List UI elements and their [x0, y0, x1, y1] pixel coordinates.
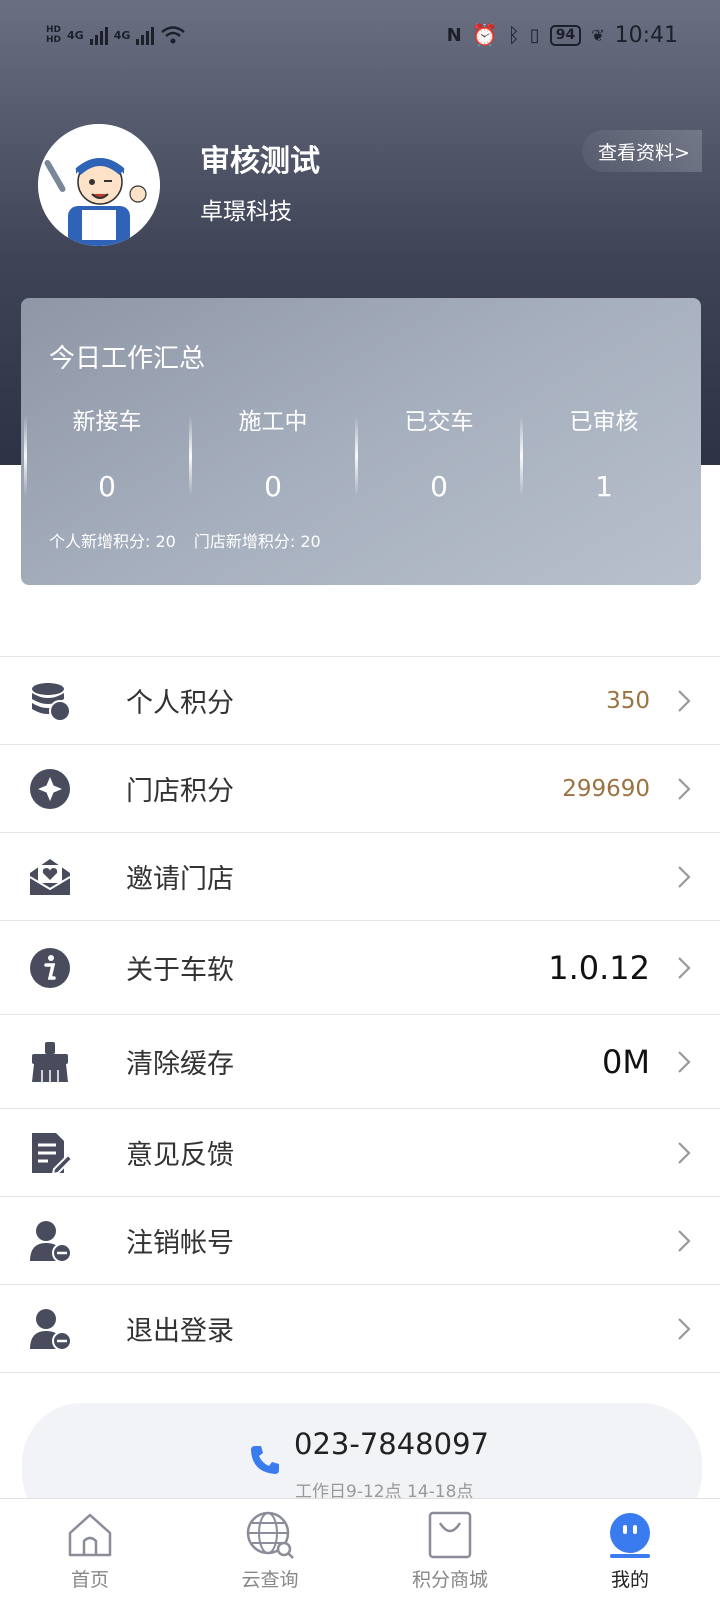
stat-value: 0 — [98, 470, 116, 503]
store-points-added: 门店新增积分: 20 — [193, 532, 321, 551]
settings-menu: 个人积分 350 门店积分 299690 邀请门店 关于车软 1.0.12 清除… — [0, 656, 720, 1373]
company-name: 卓璟科技 — [200, 199, 292, 225]
tab-cloud-query[interactable]: 云查询 — [180, 1499, 360, 1600]
summary-title: 今日工作汇总 — [49, 344, 206, 374]
chevron-right-icon — [678, 1050, 691, 1073]
bottom-tab-bar: 首页 云查询 积分商城 我的 — [0, 1498, 720, 1600]
menu-label: 清除缓存 — [126, 1049, 234, 1080]
mechanic-avatar-icon — [38, 124, 160, 246]
user-remove-icon — [30, 1220, 72, 1263]
app-version-value: 1.0.12 — [548, 948, 650, 987]
menu-label: 个人积分 — [126, 688, 234, 719]
menu-item-invite-store[interactable]: 邀请门店 — [0, 833, 720, 921]
tab-label: 我的 — [610, 1569, 649, 1591]
menu-label: 门店积分 — [126, 776, 234, 807]
signal-bars-icon — [89, 25, 108, 45]
phone-icon — [251, 1446, 279, 1474]
stat-in-progress[interactable]: 施工中 0 — [189, 402, 357, 503]
status-bar: HD HD 4G 4G N ⏰ ᛒ ▯ 94 ❦ 10:41 — [0, 0, 720, 70]
menu-item-store-points[interactable]: 门店积分 299690 — [0, 745, 720, 833]
tab-label: 首页 — [70, 1569, 109, 1591]
chevron-right-icon — [678, 777, 691, 800]
stat-label: 施工中 — [238, 409, 308, 435]
home-icon — [68, 1513, 112, 1557]
chevron-right-icon — [678, 865, 691, 888]
menu-item-feedback[interactable]: 意见反馈 — [0, 1109, 720, 1197]
hd-icon: HD HD — [46, 25, 62, 45]
user-name: 审核测试 — [200, 144, 320, 179]
bluetooth-icon: ᛒ — [507, 23, 520, 47]
personal-points-value: 350 — [606, 687, 650, 714]
broom-icon — [32, 1041, 68, 1082]
work-summary-card: 今日工作汇总 新接车 0 施工中 0 已交车 0 已审核 1 个人新增积分: 2… — [21, 298, 701, 585]
menu-label: 邀请门店 — [126, 864, 234, 895]
alarm-icon: ⏰ — [471, 22, 498, 47]
menu-label: 关于车软 — [126, 955, 234, 986]
stat-label: 已审核 — [569, 409, 639, 435]
chevron-right-icon — [678, 956, 691, 979]
leaf-icon: ❦ — [591, 25, 605, 45]
wifi-icon — [161, 26, 186, 44]
menu-label: 意见反馈 — [126, 1140, 234, 1171]
contact-phone-number: 023-7848097 — [294, 1427, 489, 1461]
stat-value: 1 — [595, 470, 613, 503]
store-points-value: 299690 — [562, 775, 650, 802]
tab-points-mall[interactable]: 积分商城 — [360, 1499, 540, 1600]
view-profile-button[interactable]: 查看资料> — [582, 130, 702, 172]
network-type-2: 4G — [113, 28, 131, 42]
stat-label: 已交车 — [404, 409, 474, 435]
chevron-right-icon — [678, 1317, 691, 1340]
diamond-icon — [30, 768, 70, 809]
menu-label: 注销帐号 — [126, 1228, 234, 1259]
clock: 10:41 — [614, 22, 678, 48]
menu-item-logout[interactable]: 退出登录 — [0, 1285, 720, 1373]
stat-value: 0 — [430, 470, 448, 503]
signal-indicators: HD HD 4G 4G — [46, 25, 186, 45]
coins-icon — [32, 682, 71, 722]
stat-delivered[interactable]: 已交车 0 — [355, 402, 523, 503]
cache-size-value: 0M — [602, 1042, 650, 1081]
tab-label: 积分商城 — [411, 1569, 488, 1591]
stat-divider — [24, 416, 27, 496]
menu-item-personal-points[interactable]: 个人积分 350 — [0, 657, 720, 745]
menu-item-clear-cache[interactable]: 清除缓存 0M — [0, 1015, 720, 1109]
mail-heart-icon — [29, 858, 71, 895]
system-indicators: N ⏰ ᛒ ▯ 94 ❦ 10:41 — [447, 23, 678, 48]
personal-points-added: 个人新增积分: 20 — [49, 532, 176, 551]
menu-label: 退出登录 — [126, 1316, 234, 1347]
chevron-right-icon — [678, 1229, 691, 1252]
globe-search-icon — [246, 1511, 294, 1559]
tab-home[interactable]: 首页 — [0, 1499, 180, 1600]
stat-new-cars[interactable]: 新接车 0 — [23, 402, 191, 503]
user-logout-icon — [30, 1308, 72, 1351]
signal-bars-icon — [136, 25, 155, 45]
tab-label: 云查询 — [241, 1569, 299, 1591]
points-summary: 个人新增积分: 20 门店新增积分: 20 — [49, 528, 321, 552]
vibrate-icon: ▯ — [529, 24, 540, 46]
stat-value: 0 — [264, 470, 282, 503]
tab-mine[interactable]: 我的 — [540, 1499, 720, 1600]
chevron-right-icon — [678, 689, 691, 712]
feedback-icon — [32, 1132, 72, 1175]
shopping-bag-icon — [428, 1511, 472, 1559]
active-tab-indicator — [610, 1554, 650, 1558]
avatar[interactable] — [38, 124, 160, 246]
stat-reviewed[interactable]: 已审核 1 — [520, 402, 688, 503]
network-type-1: 4G — [67, 28, 84, 42]
stat-label: 新接车 — [72, 409, 142, 435]
menu-item-cancel-account[interactable]: 注销帐号 — [0, 1197, 720, 1285]
chevron-right-icon — [678, 1141, 691, 1164]
menu-item-about[interactable]: 关于车软 1.0.12 — [0, 921, 720, 1015]
battery-indicator: 94 — [549, 24, 582, 46]
nfc-icon: N — [446, 24, 462, 46]
info-icon — [30, 947, 70, 988]
